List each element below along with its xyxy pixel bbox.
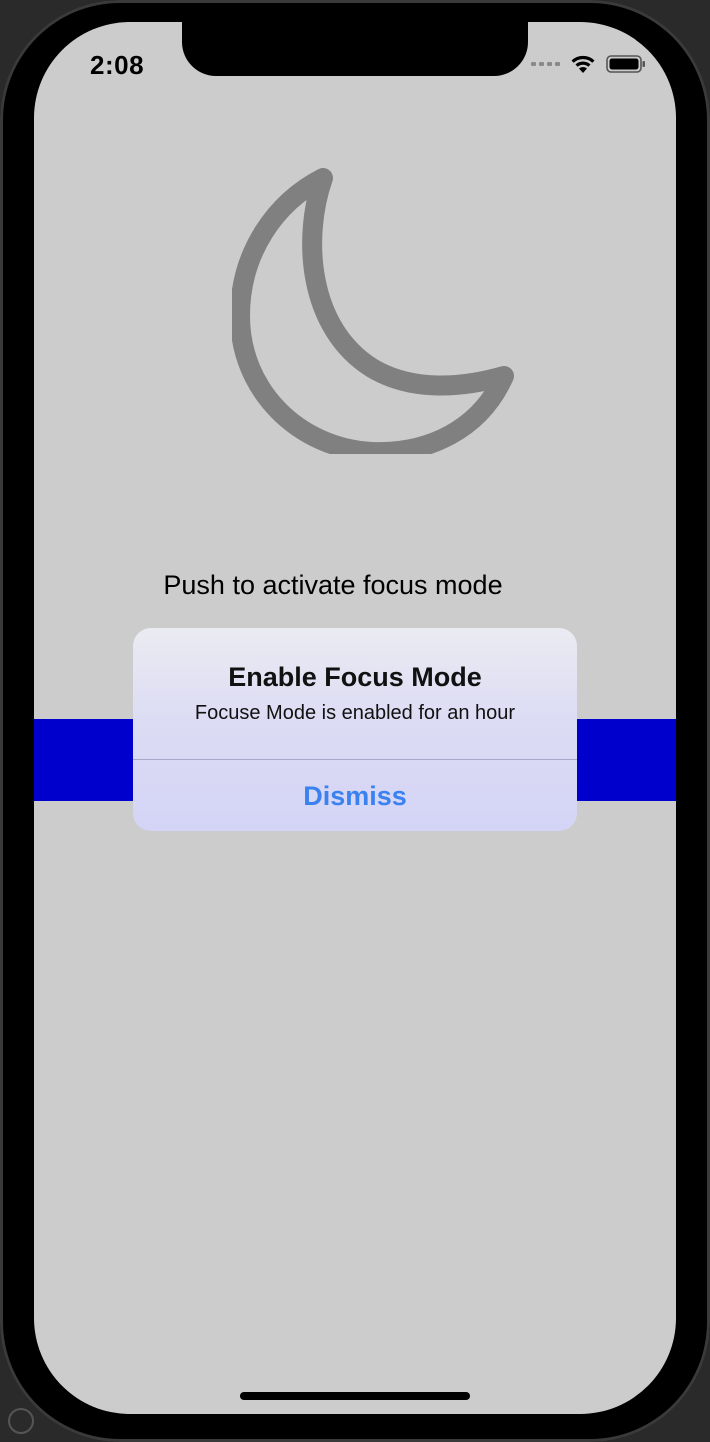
- alert-dialog: Enable Focus Mode Focuse Mode is enabled…: [133, 628, 577, 831]
- notch: [182, 22, 528, 76]
- filter-icon: [8, 1408, 34, 1434]
- status-icons: [531, 54, 646, 74]
- moon-icon: [232, 168, 514, 454]
- phone-screen: 2:08 Push to activate focus mode Enable …: [34, 22, 676, 1414]
- dismiss-button[interactable]: Dismiss: [133, 760, 577, 831]
- wifi-icon: [571, 55, 595, 73]
- focus-mode-prompt: Push to activate focus mode: [163, 570, 503, 600]
- status-time: 2:08: [90, 50, 145, 80]
- battery-icon: [606, 55, 645, 73]
- home-indicator[interactable]: [240, 1392, 470, 1400]
- phone-frame: 2:08 Push to activate focus mode Enable …: [0, 0, 710, 1442]
- cellular-signal-icon: [531, 62, 560, 66]
- alert-title: Enable Focus Mode: [228, 662, 482, 692]
- alert-message: Focuse Mode is enabled for an hour: [194, 702, 516, 724]
